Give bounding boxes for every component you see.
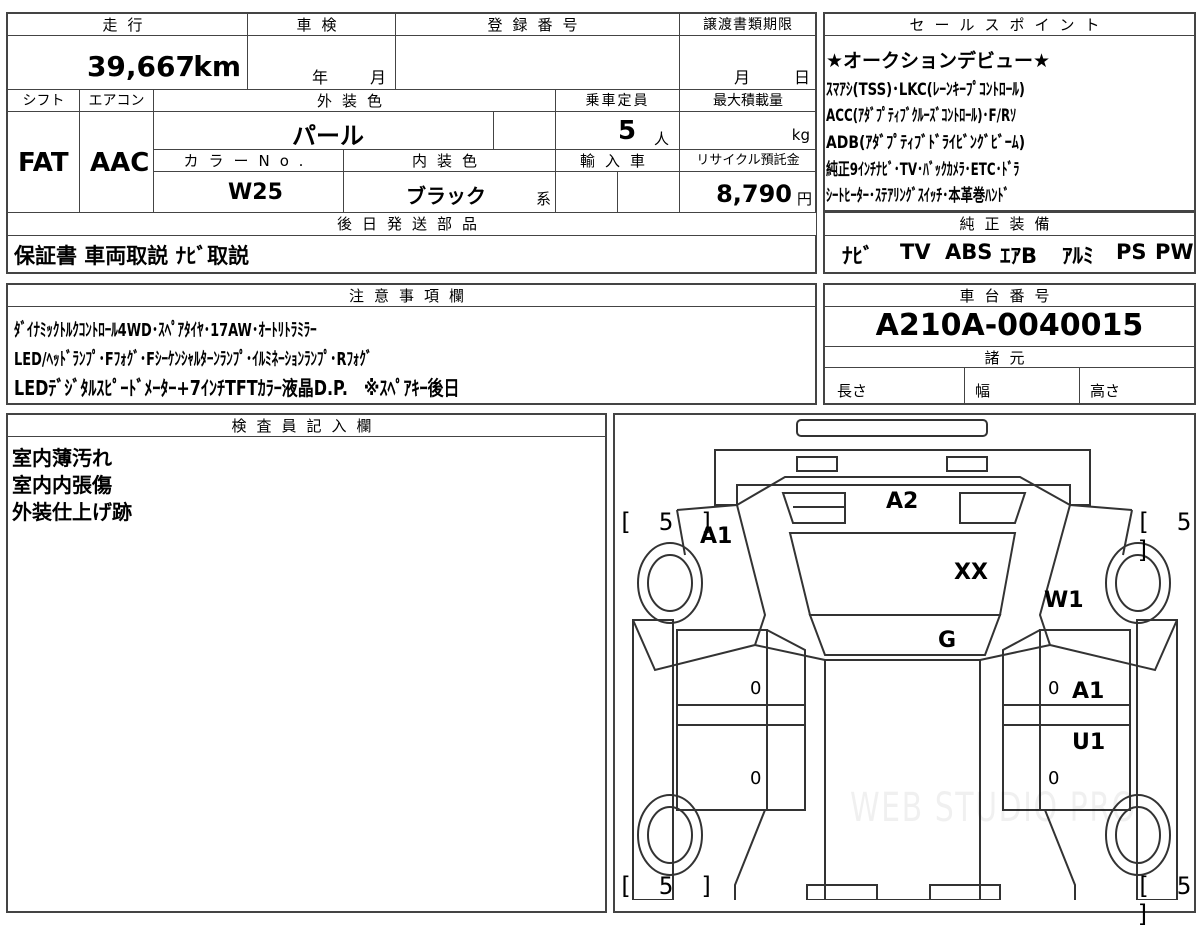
interior-header: 内装色 — [344, 150, 556, 172]
interior-suffix: 系 — [535, 190, 551, 208]
chassis-header: 車台番号 — [825, 285, 1194, 307]
spec-height-cell: 高さ — [1080, 368, 1194, 403]
recycle-unit: 円 — [796, 190, 812, 208]
deadline-cell: 月 日 — [680, 36, 816, 90]
sales-line-5: 純正9ｲﾝﾁﾅﾋﾞ･TV･ﾊﾞｯｸｶﾒﾗ･ETC･ﾄﾞﾗ — [826, 160, 1020, 180]
capacity-value: 5 — [618, 116, 637, 146]
import-cell-a — [556, 172, 618, 212]
mark-zero-1: 0 — [750, 678, 762, 699]
exterior-cell: パール — [154, 112, 494, 150]
notes-line-3: LEDﾃﾞｼﾞﾀﾙｽﾋﾟｰﾄﾞﾒｰﾀｰ+7ｲﾝﾁTFTｶﾗｰ液晶D.P. ※ｽﾍ… — [14, 376, 460, 400]
import-cell-b — [618, 172, 680, 212]
mark-fender-a1: A1 — [700, 524, 733, 549]
equipment-item-abs: ABS — [945, 240, 993, 264]
equipment-item-alloy: ｱﾙﾐ — [1062, 244, 1094, 268]
equipment-item-ps: PS — [1116, 240, 1147, 264]
tire-rear-left: [ 5 ] — [618, 872, 721, 900]
equipment-item-airbag: ｴｱB — [1000, 244, 1038, 268]
mark-hood-a2: A2 — [886, 489, 919, 514]
aircon-value: AAC — [90, 148, 150, 178]
spec-length-label: 長さ — [837, 382, 868, 400]
mark-door-u1: U1 — [1072, 730, 1106, 755]
capacity-unit: 人 — [654, 130, 670, 148]
aircon-cell: AAC — [80, 112, 154, 212]
maxload-cell: kg — [680, 112, 816, 150]
notes-header: 注意事項欄 — [8, 285, 815, 307]
recycle-value: 8,790 — [716, 180, 792, 208]
maxload-unit: kg — [791, 126, 810, 144]
deadline-header: 譲渡書類期限 — [680, 14, 816, 36]
inspector-line-3: 外装仕上げ跡 — [12, 500, 132, 524]
color-no-value: W25 — [228, 180, 283, 205]
sales-line-6: ｼｰﾄﾋｰﾀｰ･ｽﾃｱﾘﾝｸﾞｽｲｯﾁ･本革巻ﾊﾝﾄﾞ — [826, 186, 1010, 206]
interior-cell: ブラック 系 — [344, 172, 556, 212]
exterior-header: 外装色 — [154, 90, 556, 112]
inspector-line-1: 室内薄汚れ — [12, 446, 112, 470]
spec-length-cell: 長さ — [825, 368, 965, 403]
mileage-cell: 39,667 km — [8, 36, 248, 90]
registration-cell — [396, 36, 680, 90]
spec-width-cell: 幅 — [965, 368, 1080, 403]
capacity-header: 乗車定員 — [556, 90, 680, 112]
sales-line-3: ACC(ｱﾀﾞﾌﾟﾃｨﾌﾞｸﾙｰｽﾞｺﾝﾄﾛｰﾙ)･F/Rｿ — [826, 106, 1017, 126]
recycle-cell: 8,790 円 — [680, 172, 816, 212]
deadline-day: 日 — [794, 68, 811, 87]
tire-rear-right: [ 5 ] — [1136, 872, 1198, 928]
watermark-logo: WEB STUDIO PRO — [850, 785, 1137, 831]
shift-cell: FAT — [8, 112, 80, 212]
mark-door-a1: A1 — [1072, 679, 1105, 704]
import-header: 輸入車 — [556, 150, 680, 172]
exterior-value: パール — [292, 122, 364, 150]
shaken-month: 月 — [370, 68, 387, 87]
equipment-item-pw: PW — [1155, 240, 1194, 264]
registration-header: 登録番号 — [396, 14, 680, 36]
notes-line-2: LED/ﾍｯﾄﾞﾗﾝﾌﾟ･Fﾌｫｸﾞ･Fｼｰｹﾝｼｬﾙﾀｰﾝﾗﾝﾌﾟ･ｲﾙﾐﾈｰ… — [14, 349, 373, 370]
sales-line-1: ★オークションデビュー★ — [826, 50, 1051, 72]
mark-roof-g: G — [938, 628, 957, 653]
mark-windshield-xx: XX — [954, 560, 988, 585]
mileage-value: 39,667 — [86, 50, 195, 83]
later-parts-value: 保証書 車両取説 ﾅﾋﾞ取説 — [14, 244, 250, 268]
recycle-header: リサイクル預託金 — [680, 150, 816, 172]
notes-line-1: ﾀﾞｲﾅﾐｯｸﾄﾙｸｺﾝﾄﾛｰﾙ4WD･ｽﾍﾟｱﾀｲﾔ･17AW･ｵｰﾄﾘﾄﾗﾐ… — [14, 320, 317, 341]
inspector-line-2: 室内内張傷 — [12, 473, 112, 497]
shaken-header: 車検 — [248, 14, 396, 36]
color-no-cell: W25 — [154, 172, 344, 212]
interior-value: ブラック — [406, 184, 486, 208]
color-no-header: カラーNo. — [154, 150, 344, 172]
mark-right-w1: W1 — [1044, 588, 1084, 613]
mark-zero-2: 0 — [1048, 678, 1060, 699]
later-parts-header: 後日発送部品 — [8, 212, 816, 236]
capacity-cell: 5 人 — [556, 112, 680, 150]
mark-zero-3: 0 — [750, 768, 762, 789]
exterior-sub-cell — [494, 112, 556, 150]
spec-width-label: 幅 — [975, 382, 991, 400]
shift-value: FAT — [18, 148, 69, 178]
sales-points-header: セールスポイント — [825, 14, 1194, 36]
equipment-header: 純正装備 — [825, 212, 1194, 236]
sales-line-2: ｽﾏｱｼ(TSS)･LKC(ﾚｰﾝｷｰﾌﾟｺﾝﾄﾛｰﾙ) — [826, 80, 1025, 100]
maxload-header: 最大積載量 — [680, 90, 816, 112]
sales-line-4: ADB(ｱﾀﾞﾌﾟﾃｨﾌﾞﾄﾞﾗｲﾋﾞﾝｸﾞﾋﾞｰﾑ) — [826, 133, 1026, 153]
tire-front-right: [ 5 ] — [1136, 508, 1198, 564]
equipment-item-tv: TV — [900, 240, 931, 264]
shift-header: シフト — [8, 90, 80, 112]
shaken-cell: 年 月 — [248, 36, 396, 90]
spec-height-label: 高さ — [1090, 382, 1121, 400]
mileage-unit: km — [193, 50, 241, 83]
shaken-year: 年 — [312, 68, 329, 87]
aircon-header: エアコン — [80, 90, 154, 112]
spec-header: 諸元 — [825, 346, 1194, 368]
chassis-value: A210A-0040015 — [875, 308, 1144, 343]
inspector-header: 検査員記入欄 — [8, 415, 605, 437]
deadline-month: 月 — [734, 68, 751, 87]
equipment-item-nav: ﾅﾋﾞ — [842, 244, 874, 268]
mileage-header: 走行 — [8, 14, 248, 36]
